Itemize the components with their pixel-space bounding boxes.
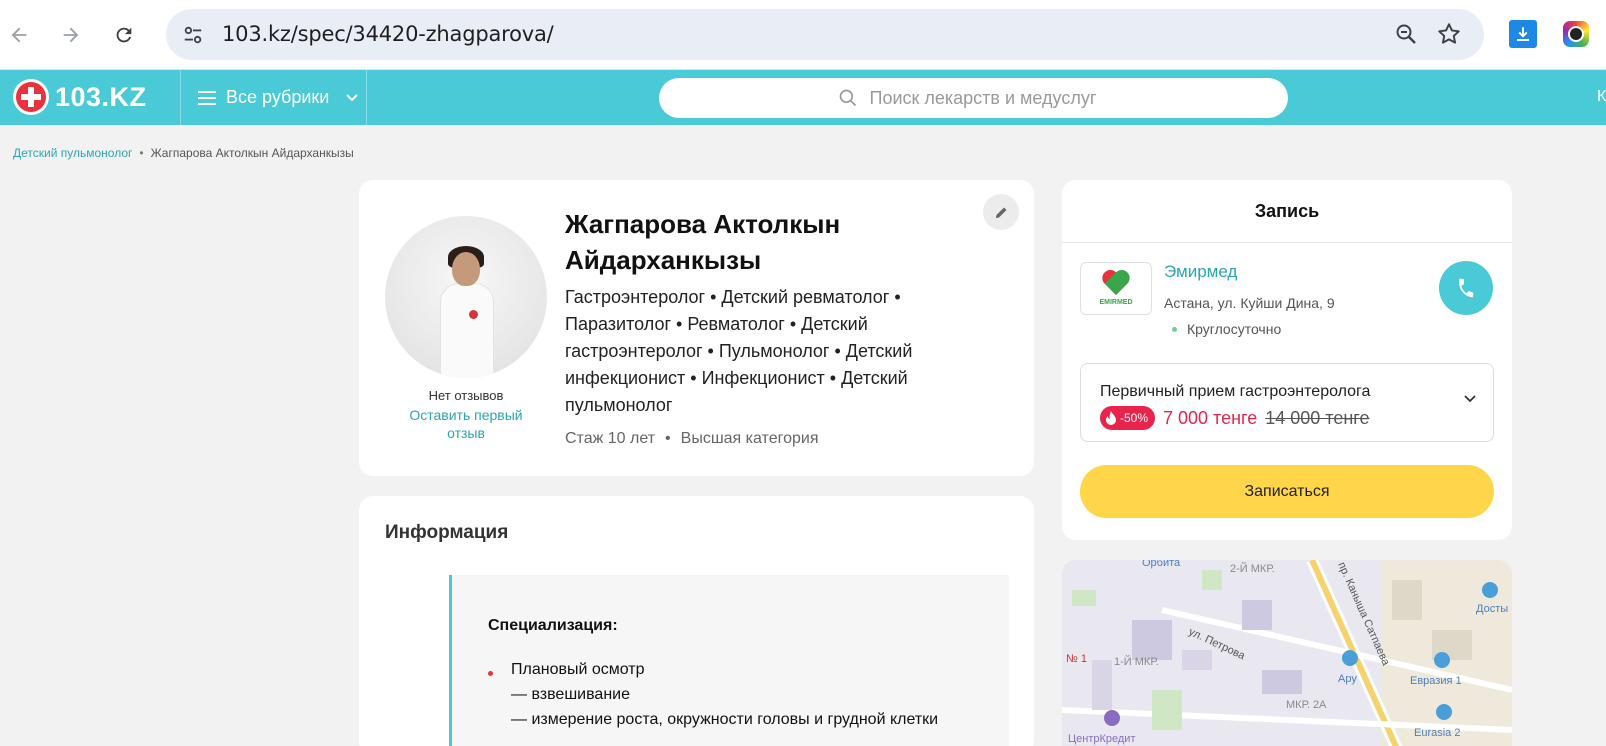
clinic-logo-text: EMIRMED xyxy=(1099,299,1133,306)
bookmark-star-icon[interactable] xyxy=(1436,21,1462,52)
service-name: Первичный прием гастроэнтеролога xyxy=(1100,383,1371,400)
breadcrumb-current: Жагпарова Актолкын Айдарханкызы xyxy=(150,146,354,160)
logo-text: 103.KZ xyxy=(55,81,147,112)
address-bar[interactable]: 103.kz/spec/34420-zhagparova/ xyxy=(166,9,1484,60)
medical-cross-icon xyxy=(13,79,49,115)
site-header: 103.KZ Все рубрики К xyxy=(0,70,1606,125)
map-label: ЦентрКредит xyxy=(1068,733,1136,745)
map-label: 2-Й МКР. xyxy=(1230,562,1275,575)
list-item: — взвешивание xyxy=(511,686,630,703)
header-edge-text[interactable]: К xyxy=(1597,88,1606,106)
map-label: № 1 xyxy=(1066,653,1087,665)
list-bullet xyxy=(488,671,493,676)
header-divider xyxy=(180,70,181,125)
clinic-name-link[interactable]: Эмирмед xyxy=(1164,262,1237,282)
meta-separator: • xyxy=(665,430,671,447)
back-icon[interactable] xyxy=(4,20,34,50)
map-label: Орбита xyxy=(1142,560,1181,569)
info-title: Информация xyxy=(385,522,509,543)
map-label: Ару xyxy=(1338,673,1357,685)
doctor-specialties: Гастроэнтеролог • Детский ревматолог • П… xyxy=(565,287,913,415)
map-label: Eurasia 2 xyxy=(1414,727,1460,739)
map-label: Досты xyxy=(1476,603,1508,615)
hours-label: Круглосуточно xyxy=(1187,321,1282,337)
list-item: — измерение роста, окружности головы и г… xyxy=(511,711,939,728)
search-icon xyxy=(839,89,856,107)
book-button[interactable]: Записаться xyxy=(1080,465,1494,518)
breadcrumb-link[interactable]: Детский пульмонолог xyxy=(13,146,132,160)
map-label: 1-Й МКР. xyxy=(1114,655,1159,668)
zoom-icon[interactable] xyxy=(1394,22,1418,51)
chevron-down-icon xyxy=(346,93,359,101)
phone-icon xyxy=(1458,278,1474,298)
info-block: Специализация: Плановый осмотр — взвешив… xyxy=(449,575,1009,746)
status-dot xyxy=(1172,326,1177,332)
url-text[interactable]: 103.kz/spec/34420-zhagparova/ xyxy=(222,22,554,46)
discount-value: -50% xyxy=(1120,411,1149,425)
reload-icon[interactable] xyxy=(109,20,139,50)
booking-card: Запись EMIRMED Эмирмед Астана, ул. Куйши… xyxy=(1062,180,1512,540)
pencil-icon xyxy=(995,207,1006,218)
booking-title: Запись xyxy=(1062,180,1512,243)
breadcrumb-separator: • xyxy=(139,146,144,160)
list-item: Плановый осмотр xyxy=(511,661,645,678)
edit-button[interactable] xyxy=(983,194,1019,230)
breadcrumb: Детский пульмонолог • Жагпарова Актолкын… xyxy=(13,146,354,160)
leave-review-link[interactable]: Оставить первый отзыв xyxy=(401,406,531,442)
site-settings-icon[interactable] xyxy=(178,20,208,50)
map-label: МКР. 2А xyxy=(1286,699,1327,711)
browser-toolbar: 103.kz/spec/34420-zhagparova/ xyxy=(0,0,1606,70)
call-button[interactable] xyxy=(1439,261,1493,315)
heart-icon xyxy=(1101,271,1131,297)
discount-badge: -50% xyxy=(1100,406,1156,430)
doctor-meta: Стаж 10 лет • Высшая категория xyxy=(565,430,818,448)
site-logo[interactable]: 103.KZ xyxy=(13,79,147,115)
download-icon[interactable] xyxy=(1509,20,1537,48)
header-divider xyxy=(366,70,367,125)
rubrics-label: Все рубрики xyxy=(226,87,330,107)
clinic-logo[interactable]: EMIRMED xyxy=(1080,262,1152,315)
doctor-name: Жагпарова Актолкын Айдарханкызы xyxy=(565,209,841,275)
chevron-down-icon xyxy=(1464,395,1476,403)
flame-icon xyxy=(1106,411,1116,425)
all-rubrics-menu[interactable]: Все рубрики xyxy=(198,70,359,125)
clinic-map[interactable]: Орбита 2-Й МКР. ул. Петрова 1-Й МКР. № 1… xyxy=(1062,560,1512,746)
no-reviews-label: Нет отзывов xyxy=(428,388,504,403)
menu-icon xyxy=(198,90,216,105)
experience: Стаж 10 лет xyxy=(565,430,656,447)
price-new: 7 000 тенге xyxy=(1163,407,1258,428)
doctor-avatar xyxy=(385,216,547,378)
map-label: Евразия 1 xyxy=(1410,675,1462,687)
extension-icon[interactable] xyxy=(1563,21,1589,47)
forward-icon[interactable] xyxy=(56,20,86,50)
category: Высшая категория xyxy=(680,430,819,447)
info-card: Информация Специализация: Плановый осмот… xyxy=(359,496,1034,746)
service-select[interactable]: Первичный прием гастроэнтеролога -50% 7 … xyxy=(1080,363,1494,442)
search-input[interactable] xyxy=(869,87,1110,109)
clinic-hours: Круглосуточно xyxy=(1172,321,1281,337)
search-bar[interactable] xyxy=(659,78,1288,118)
price-old: 14 000 тенге xyxy=(1265,407,1370,428)
doctor-profile-card: Нет отзывов Оставить первый отзыв Жагпар… xyxy=(359,180,1034,476)
price-row: -50% 7 000 тенге 14 000 тенге xyxy=(1100,406,1369,430)
specialization-heading: Специализация: xyxy=(488,617,618,634)
clinic-address: Астана, ул. Куйши Дина, 9 xyxy=(1164,295,1335,311)
map-canvas: Орбита 2-Й МКР. ул. Петрова 1-Й МКР. № 1… xyxy=(1062,560,1512,746)
